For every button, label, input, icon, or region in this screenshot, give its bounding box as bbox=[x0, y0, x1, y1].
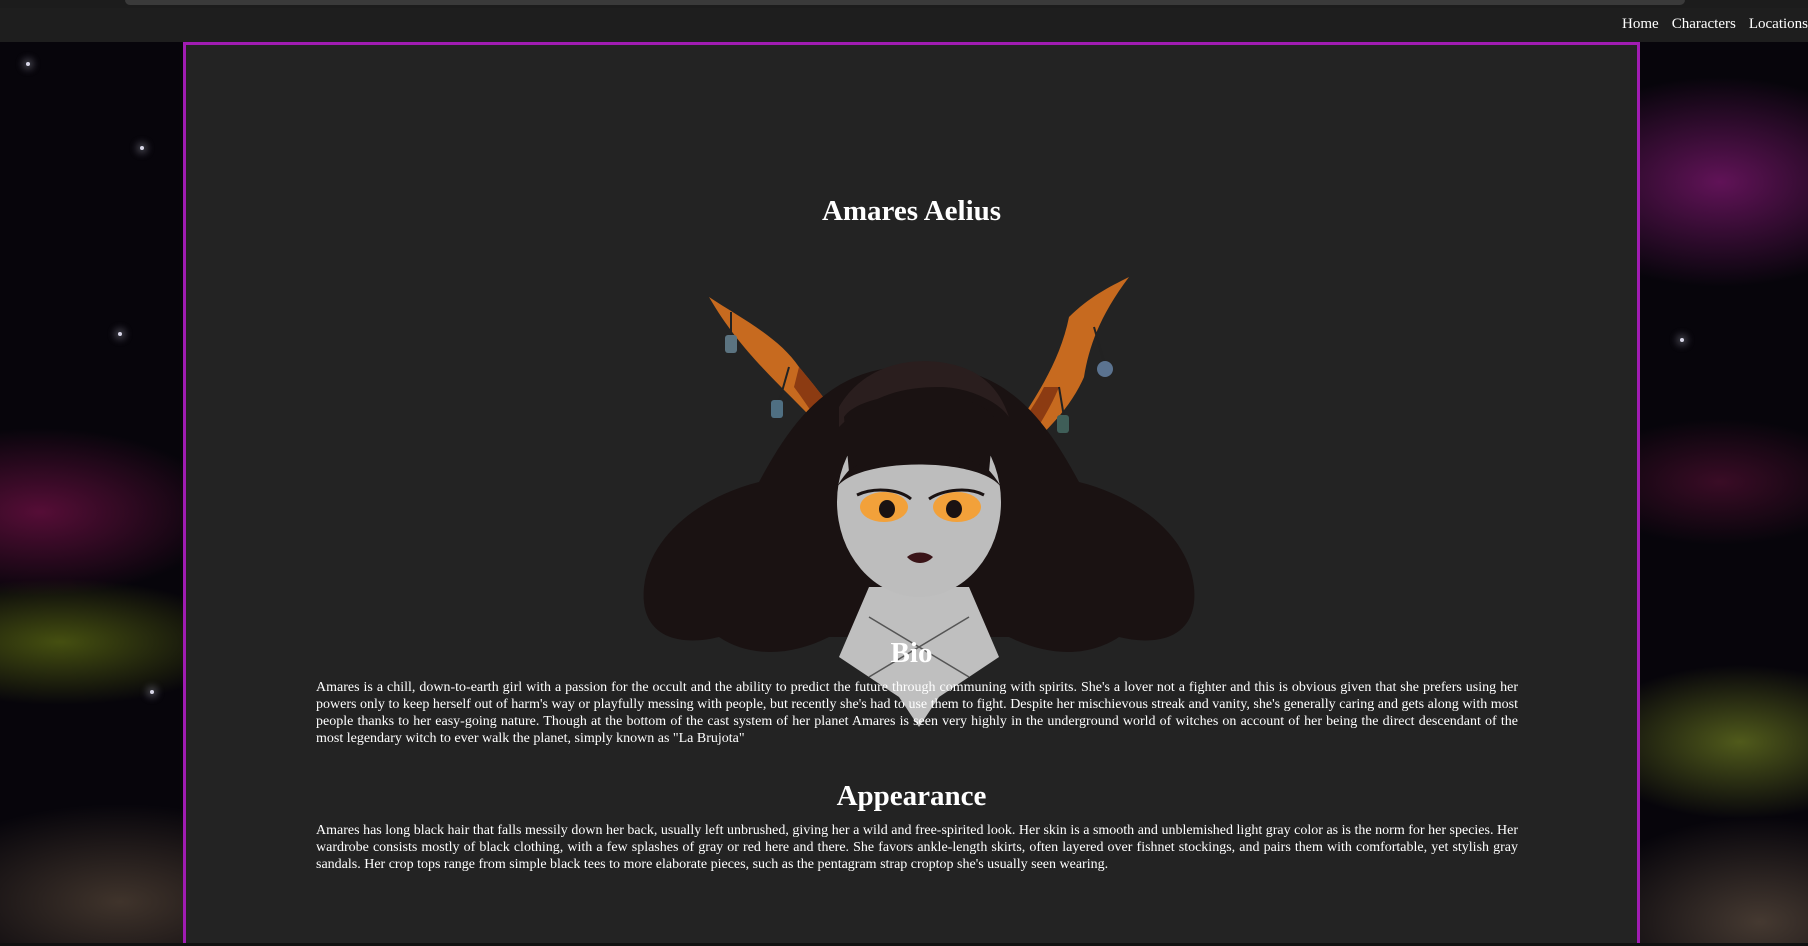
bio-heading: Bio bbox=[890, 637, 933, 669]
star bbox=[150, 690, 154, 694]
star bbox=[118, 332, 122, 336]
scroll-strip bbox=[125, 0, 1685, 5]
nav-link-home[interactable]: Home bbox=[1622, 16, 1659, 33]
appearance-heading: Appearance bbox=[836, 780, 987, 812]
browser-top-strip bbox=[0, 0, 1808, 8]
nav-link-locations[interactable]: Locations bbox=[1749, 16, 1808, 33]
nav-link-characters[interactable]: Characters bbox=[1672, 16, 1736, 33]
character-panel: Amares Aelius Bio Amares is a chill, dow… bbox=[183, 42, 1640, 946]
appearance-text: Amares has long black hair that falls me… bbox=[316, 823, 1518, 872]
bio-text: Amares is a chill, down-to-earth girl wi… bbox=[316, 680, 1518, 746]
star bbox=[26, 62, 30, 66]
character-name: Amares Aelius bbox=[821, 195, 1002, 227]
star bbox=[1680, 338, 1684, 342]
star bbox=[140, 146, 144, 150]
top-nav: Home Characters Locations bbox=[0, 8, 1808, 42]
nav-links: Home Characters Locations bbox=[1609, 16, 1808, 33]
